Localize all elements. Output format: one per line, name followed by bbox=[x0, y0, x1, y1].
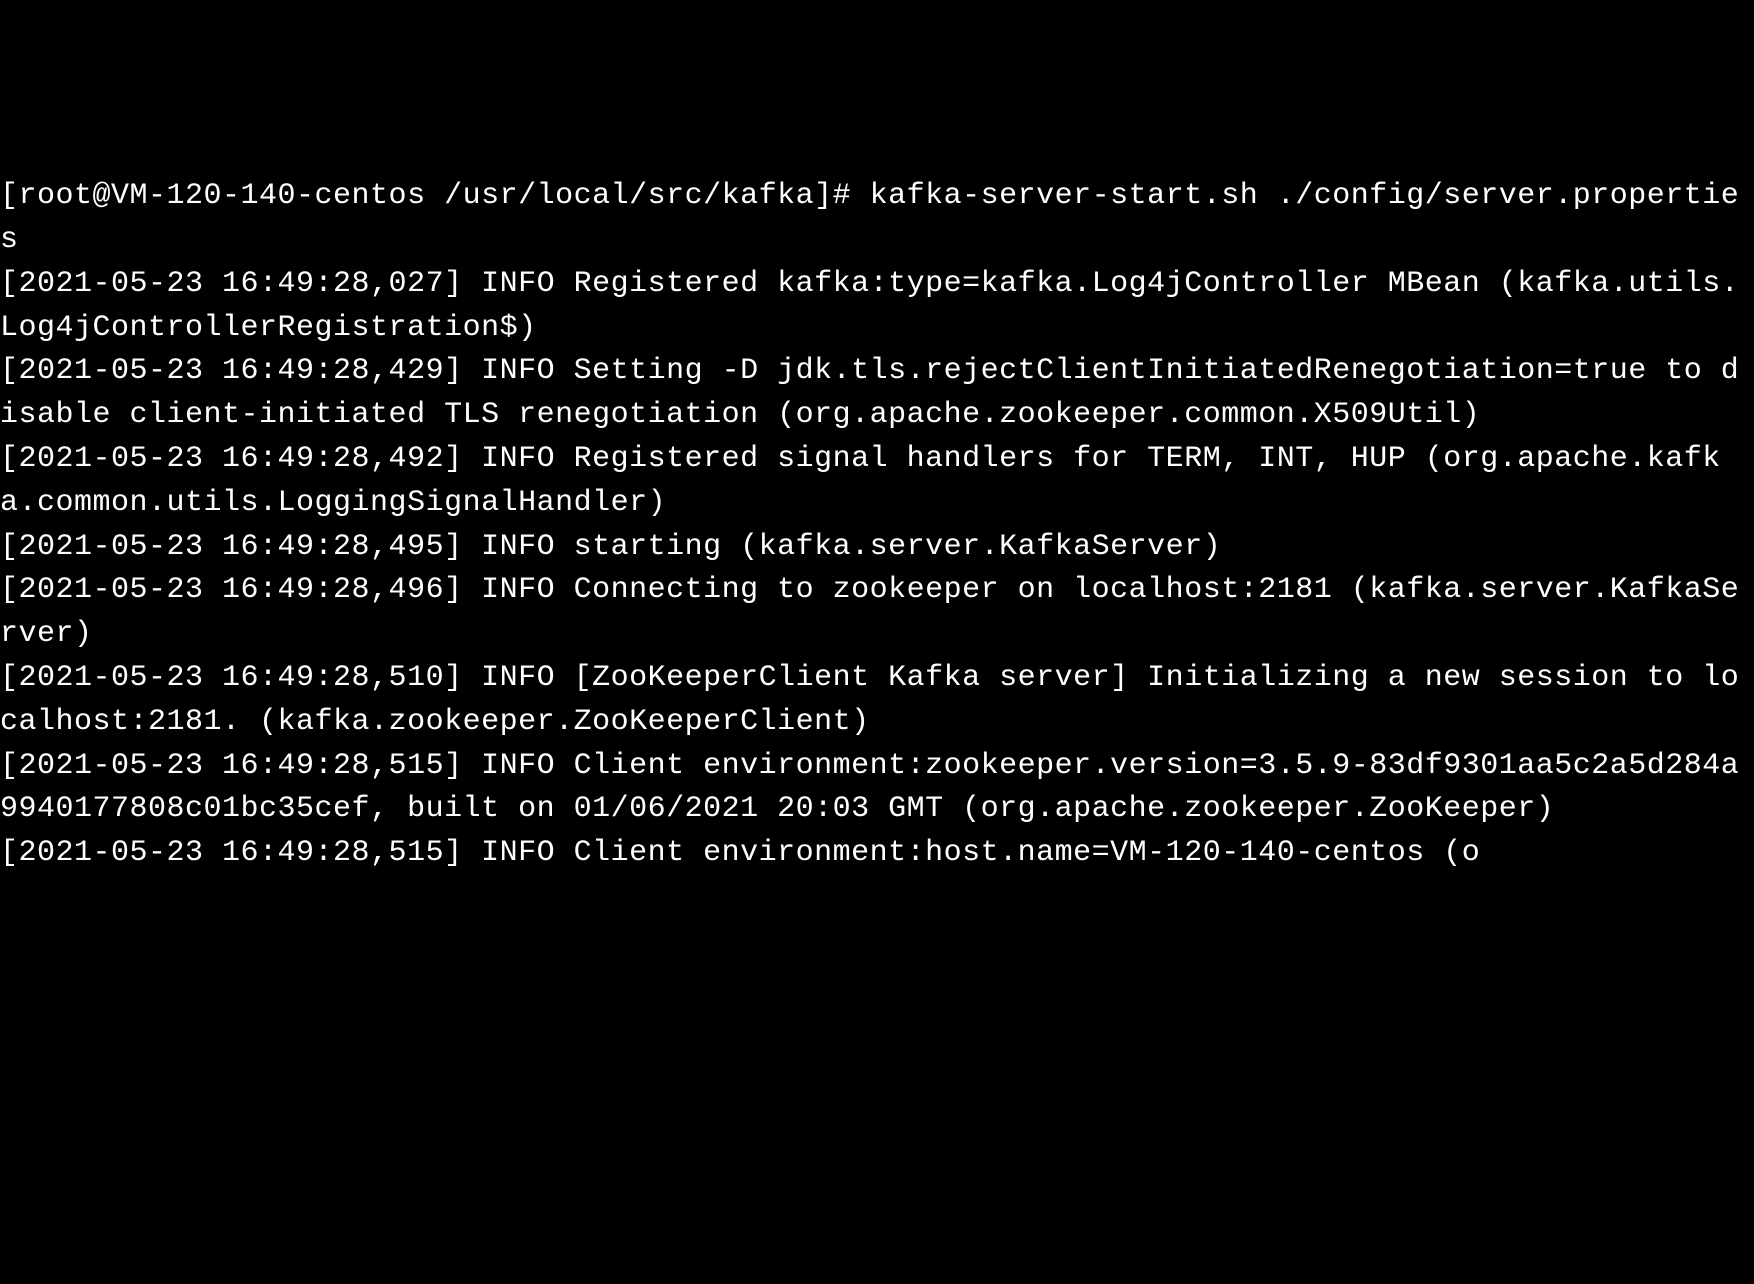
log-line: [2021-05-23 16:49:28,495] INFO starting … bbox=[0, 526, 1754, 570]
log-line: [2021-05-23 16:49:28,496] INFO Connectin… bbox=[0, 569, 1754, 657]
log-line: [2021-05-23 16:49:28,027] INFO Registere… bbox=[0, 263, 1754, 351]
terminal-window[interactable]: [root@VM-120-140-centos /usr/local/src/k… bbox=[0, 175, 1754, 1065]
log-line: [2021-05-23 16:49:28,429] INFO Setting -… bbox=[0, 350, 1754, 438]
log-line: [2021-05-23 16:49:28,510] INFO [ZooKeepe… bbox=[0, 657, 1754, 745]
shell-prompt: [root@VM-120-140-centos /usr/local/src/k… bbox=[0, 179, 870, 213]
log-line: [2021-05-23 16:49:28,515] INFO Client en… bbox=[0, 745, 1754, 833]
command-line: [root@VM-120-140-centos /usr/local/src/k… bbox=[0, 175, 1754, 263]
log-line: [2021-05-23 16:49:28,515] INFO Client en… bbox=[0, 832, 1754, 876]
log-line: [2021-05-23 16:49:28,492] INFO Registere… bbox=[0, 438, 1754, 526]
